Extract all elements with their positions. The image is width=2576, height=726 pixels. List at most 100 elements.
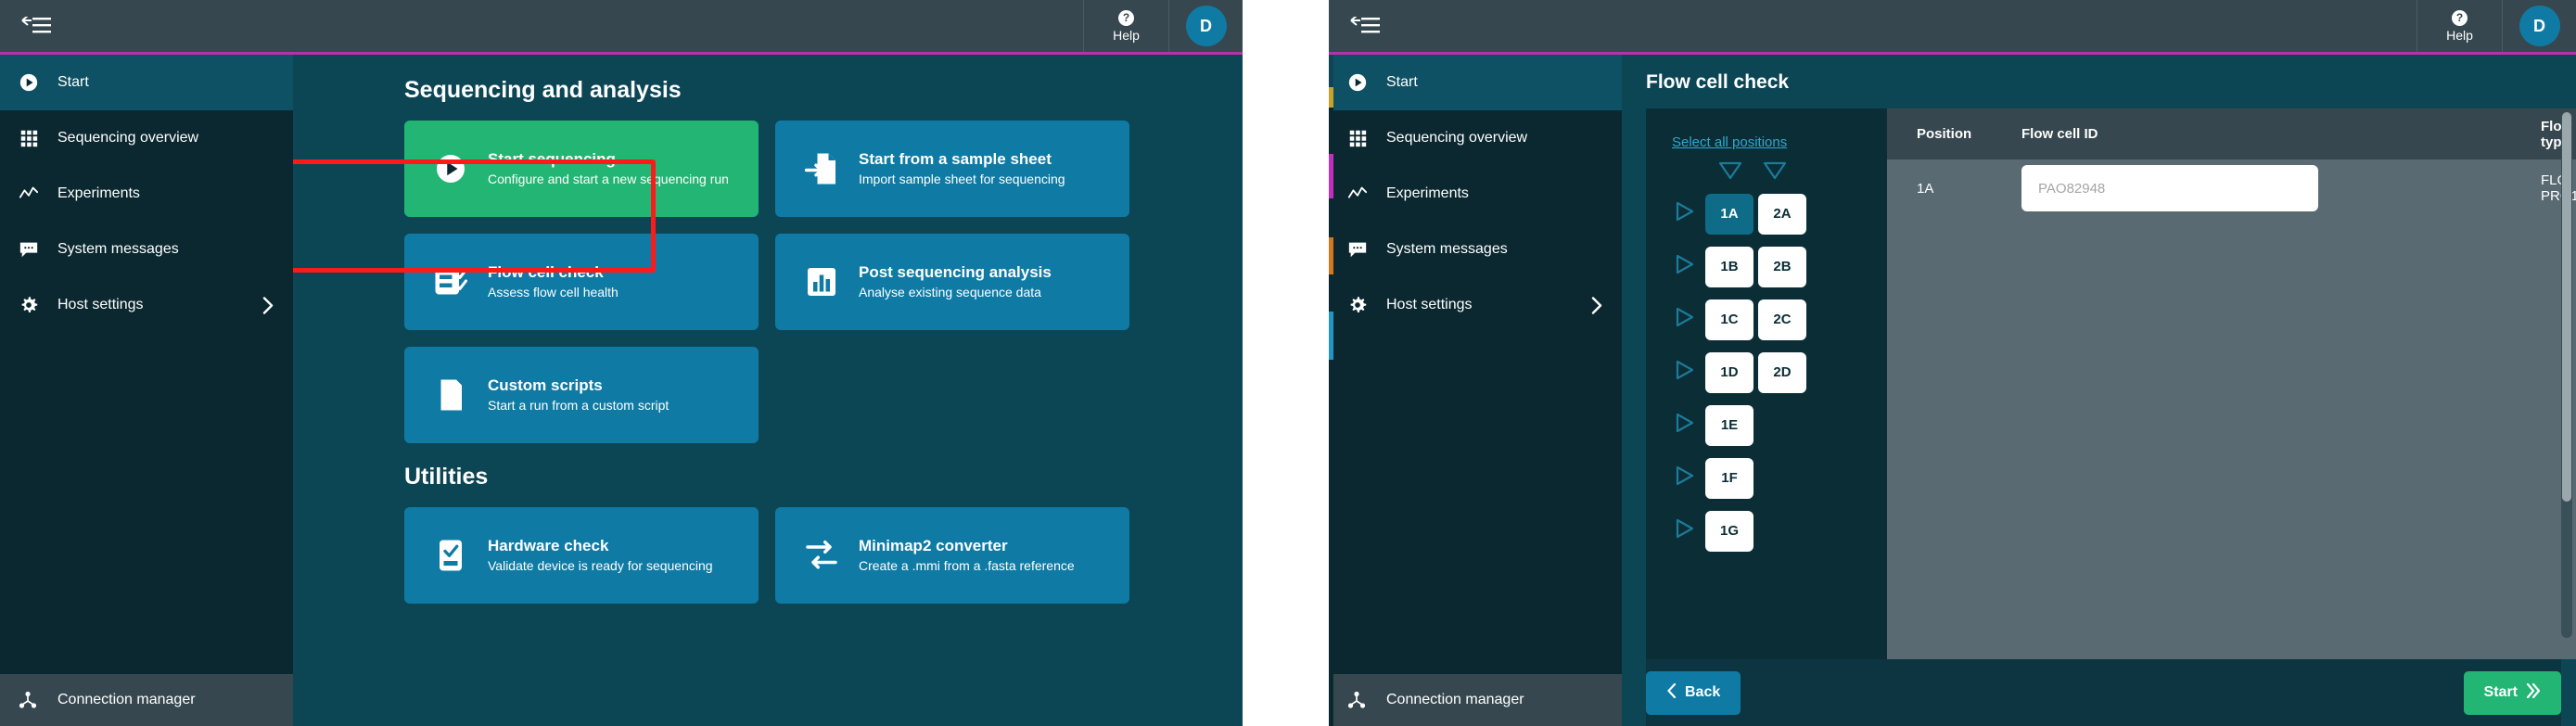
bar-chart-icon <box>799 265 844 299</box>
card-title: Custom scripts <box>488 376 603 394</box>
flow-cell-check-panel: Select all positions 1A 2A 1B 2B 1C 2C 1… <box>1646 108 2576 659</box>
scrollbar-thumb[interactable] <box>2562 112 2571 502</box>
sidebar-item-start[interactable]: Start <box>0 55 293 110</box>
triangle-right-icon[interactable] <box>1674 359 1705 386</box>
sample-sheet-import-icon <box>799 152 844 185</box>
right-main-content: Flow cell check Select all positions 1A … <box>1622 55 2576 726</box>
help-button[interactable]: ? Help <box>1083 0 1168 52</box>
back-button[interactable]: Back <box>1646 670 1741 715</box>
triangle-right-icon[interactable] <box>1674 200 1705 227</box>
position-row: 1A 2A <box>1674 187 1887 240</box>
select-all-positions-link[interactable]: Select all positions <box>1672 134 1787 150</box>
position-row: 1D 2D <box>1674 346 1887 399</box>
card-flow-cell-check[interactable]: Flow cell check Assess flow cell health <box>404 234 759 330</box>
sidebar-item-experiments[interactable]: Experiments <box>1329 166 1622 222</box>
card-subtitle: Validate device is ready for sequencing <box>488 557 713 573</box>
chevron-left-icon <box>1666 682 1677 703</box>
sidebar-item-connection-manager[interactable]: Connection manager <box>1329 674 1622 726</box>
position-cell-1D[interactable]: 1D <box>1705 351 1753 393</box>
card-post-sequencing-analysis[interactable]: Post sequencing analysis Analyse existing… <box>775 234 1129 330</box>
sidebar-item-label: Experiments <box>1386 185 1469 201</box>
card-hardware-check[interactable]: Hardware check Validate device is ready f… <box>404 507 759 604</box>
chevron-right-icon[interactable] <box>1591 296 1603 314</box>
position-cell-1G[interactable]: 1G <box>1705 510 1753 552</box>
avatar-initial: D <box>1185 6 1227 46</box>
position-row: 1B 2B <box>1674 240 1887 293</box>
hamburger-back-icon[interactable] <box>0 0 293 52</box>
triangle-right-icon[interactable] <box>1674 517 1705 544</box>
left-topbar: ? Help D <box>0 0 1243 55</box>
card-start-from-a-sample-sheet[interactable]: Start from a sample sheet Import sample s… <box>775 121 1129 217</box>
help-label: Help <box>1113 27 1140 43</box>
sidebar-item-host-settings[interactable]: Host settings <box>1329 277 1622 333</box>
avatar-initial: D <box>2519 6 2560 46</box>
avatar[interactable]: D <box>1168 0 1243 52</box>
table-body: 1AFLO-PRO114 <box>1887 159 2576 217</box>
sidebar-item-system-messages[interactable]: System messages <box>0 222 293 277</box>
position-status-segment <box>1329 237 1333 274</box>
column-header-position: Position <box>1917 126 1972 142</box>
line-chart-icon <box>1347 184 1386 204</box>
vertical-scrollbar[interactable] <box>2561 112 2572 638</box>
sidebar-item-label: System messages <box>57 241 179 257</box>
page-head: Flow cell check <box>1622 55 2576 103</box>
gear-icon <box>1347 295 1386 315</box>
triangle-right-icon[interactable] <box>1674 412 1705 439</box>
triangle-right-icon[interactable] <box>1674 465 1705 491</box>
device-check-icon <box>428 539 473 572</box>
sidebar-item-sequencing-overview[interactable]: Sequencing overview <box>1329 110 1622 166</box>
sidebar-item-experiments[interactable]: Experiments <box>0 166 293 222</box>
triangle-right-icon[interactable] <box>1674 306 1705 333</box>
gear-icon <box>19 295 57 315</box>
card-start-sequencing[interactable]: Start sequencing Configure and start a ne… <box>404 121 759 217</box>
triangle-down-icon[interactable] <box>1718 160 1742 185</box>
position-row: 1F <box>1674 452 1887 504</box>
sidebar-item-system-messages[interactable]: System messages <box>1329 222 1622 277</box>
hamburger-back-icon[interactable] <box>1329 0 1384 52</box>
position-cell-1C[interactable]: 1C <box>1705 299 1753 340</box>
sidebar-item-start[interactable]: Start <box>1329 55 1622 110</box>
card-title: Start sequencing <box>488 149 616 168</box>
right-nav-list: Start Sequencing overview Experiments Syste… <box>1329 55 1622 674</box>
right-topbar: ? Help D <box>1329 0 2576 55</box>
start-button[interactable]: Start <box>2463 670 2561 715</box>
triangle-right-icon[interactable] <box>1674 253 1705 280</box>
sidebar-item-label: Sequencing overview <box>1386 130 1528 146</box>
position-cell-1F[interactable]: 1F <box>1705 457 1753 499</box>
question-mark-icon: ? <box>2452 9 2468 26</box>
chevron-right-icon[interactable] <box>262 296 274 314</box>
position-cell-1A[interactable]: 1A <box>1705 193 1753 235</box>
left-main-content: Sequencing and analysis Start sequencing… <box>293 55 1243 726</box>
position-cell-empty <box>1758 511 1806 552</box>
flow-cell-id-input[interactable] <box>2021 165 2318 211</box>
chat-bubble-icon <box>19 239 57 260</box>
avatar[interactable]: D <box>2502 0 2576 52</box>
window-left: ? Help D Start Sequencing overview Experim… <box>0 0 1243 726</box>
position-cell-2B[interactable]: 2B <box>1758 246 1806 287</box>
position-cell-2D[interactable]: 2D <box>1758 351 1806 393</box>
card-title: Start from a sample sheet <box>859 149 1052 168</box>
sidebar-item-label: System messages <box>1386 241 1508 257</box>
sidebar-item-connection-manager[interactable]: Connection manager <box>0 674 293 726</box>
start-button-label: Start <box>2483 684 2518 700</box>
card-minimap2-converter[interactable]: Minimap2 converter Create a .mmi from a .… <box>775 507 1129 604</box>
position-cell-1B[interactable]: 1B <box>1705 246 1753 287</box>
window-right: ? Help D Start Sequencing overview Experim… <box>1329 0 2576 726</box>
help-button[interactable]: ? Help <box>2417 0 2502 52</box>
position-status-segment <box>1329 198 1333 237</box>
play-circle-icon <box>1347 72 1386 93</box>
sidebar-item-sequencing-overview[interactable]: Sequencing overview <box>0 110 293 166</box>
position-cell-1E[interactable]: 1E <box>1705 404 1753 446</box>
position-cell-2A[interactable]: 2A <box>1758 193 1806 235</box>
card-subtitle: Configure and start a new sequencing run <box>488 171 729 186</box>
card-subtitle: Assess flow cell health <box>488 284 618 299</box>
section-sequencing-and-analysis: Sequencing and analysis Start sequencing… <box>293 77 1243 443</box>
column-select-arrows <box>1718 160 1887 185</box>
position-row: 1G <box>1674 504 1887 557</box>
sidebar-item-label: Experiments <box>57 185 140 201</box>
position-cell-2C[interactable]: 2C <box>1758 299 1806 340</box>
triangle-down-icon[interactable] <box>1763 160 1787 185</box>
sidebar-item-host-settings[interactable]: Host settings <box>0 277 293 333</box>
card-custom-scripts[interactable]: Custom scripts Start a run from a custom … <box>404 347 759 443</box>
card-subtitle: Analyse existing sequence data <box>859 284 1041 299</box>
